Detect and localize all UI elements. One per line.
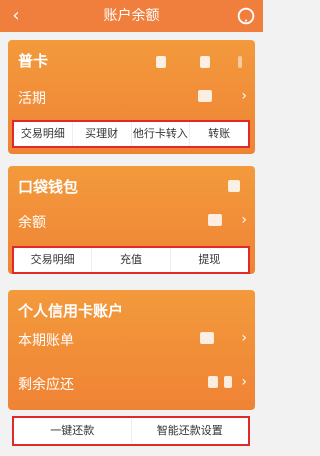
card-title: 口袋钱包 xyxy=(18,178,79,196)
masked-balance xyxy=(200,332,214,344)
masked-balance xyxy=(208,214,222,226)
chevron-right-icon[interactable]: › xyxy=(241,330,247,346)
top-bar: ‹ 账户余额 xyxy=(0,0,263,32)
buy-wealth-button[interactable]: 买理财 xyxy=(73,122,132,146)
card-title: 普卡 xyxy=(18,52,49,70)
transfer-button[interactable]: 转账 xyxy=(190,122,248,146)
masked-balance xyxy=(224,376,232,388)
masked-balance xyxy=(200,56,210,68)
tx-detail-button[interactable]: 交易明细 xyxy=(14,122,73,146)
current-account-label: 活期 xyxy=(18,91,46,107)
chevron-right-icon[interactable]: › xyxy=(241,88,247,104)
card2-actions: 交易明细 充值 提现 xyxy=(12,246,250,274)
chevron-right-icon[interactable]: › xyxy=(241,212,247,228)
card1-actions: 交易明细 买理财 他行卡转入 转账 xyxy=(12,120,250,148)
masked-balance xyxy=(228,180,240,192)
withdraw-button[interactable]: 提现 xyxy=(171,248,248,272)
card-title: 个人信用卡账户 xyxy=(18,302,124,320)
topup-button[interactable]: 充值 xyxy=(92,248,171,272)
remaining-label: 剩余应还 xyxy=(18,377,74,393)
one-click-repay-button[interactable]: 一键还款 xyxy=(14,419,132,443)
tx-detail-button[interactable]: 交易明细 xyxy=(14,248,93,272)
chevron-right-icon[interactable]: › xyxy=(241,374,247,390)
page-title: 账户余额 xyxy=(103,8,160,24)
card3-actions: 一键还款 智能还款设置 xyxy=(12,416,250,446)
masked-balance xyxy=(156,56,166,68)
masked-balance xyxy=(208,376,218,388)
masked-balance xyxy=(198,90,212,102)
masked-balance xyxy=(238,56,242,68)
card-credit-account: 个人信用卡账户 本期账单 › 剩余应还 › xyxy=(8,290,255,410)
transfer-in-button[interactable]: 他行卡转入 xyxy=(132,122,191,146)
headset-icon[interactable] xyxy=(235,5,257,27)
balance-label: 余额 xyxy=(18,215,46,231)
bill-label: 本期账单 xyxy=(18,333,74,349)
smart-repay-settings-button[interactable]: 智能还款设置 xyxy=(132,419,249,443)
